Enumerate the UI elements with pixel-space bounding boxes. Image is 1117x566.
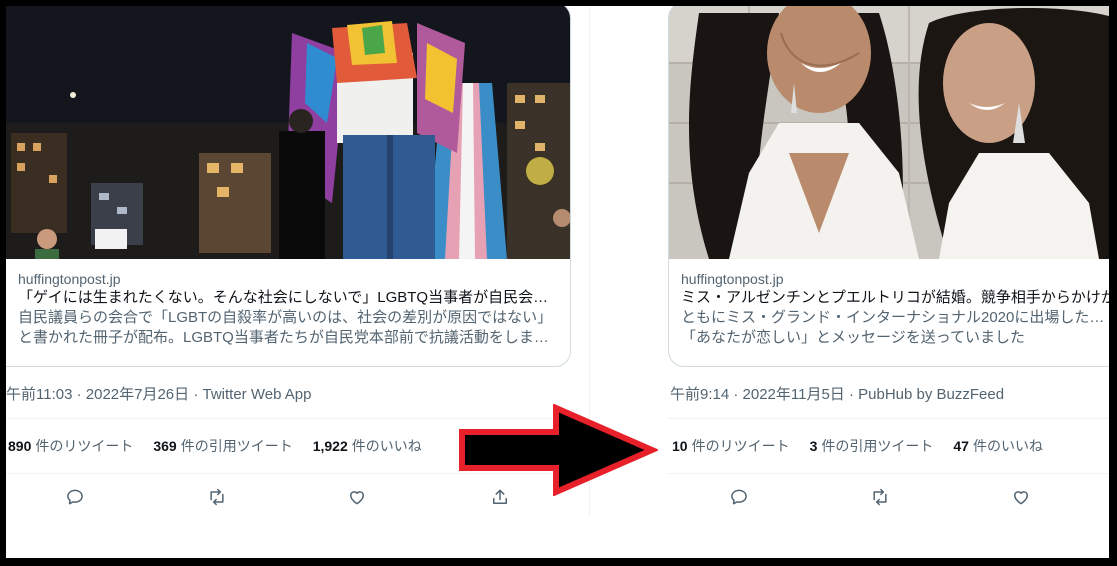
card-description-line: 「あなたが恋しい」とメッセージを送っていました xyxy=(681,329,1025,346)
like-count: 47 xyxy=(953,438,969,454)
tweet-right: huffingtonpost.jp ミス・アルゼンチンとプエルトリコが結婚。競争… xyxy=(668,6,1109,558)
tweet-actions xyxy=(668,482,1109,512)
card-description-line: と書かれた冊子が配布。LGBTQ当事者たちが自民党本部前で抗議活動をしまし... xyxy=(18,329,558,346)
meta-separator: · xyxy=(848,386,859,403)
card-description: ともにミス・グランド・インターナショナル2020に出場したふた 「あなたが恋しい… xyxy=(681,308,1109,348)
like-count-link[interactable]: 1,922 件のいいね xyxy=(313,436,422,456)
like-count: 1,922 xyxy=(312,438,348,454)
card-description-line: ともにミス・グランド・インターナショナル2020に出場したふた xyxy=(681,309,1109,326)
like-button[interactable] xyxy=(1006,482,1036,512)
like-label: 件のいいね xyxy=(972,438,1043,454)
reply-icon xyxy=(67,489,83,505)
card-image-couple xyxy=(669,6,1109,259)
retweet-button[interactable] xyxy=(202,482,232,512)
card-title: 「ゲイには生まれたくない。そんな社会にしないで」LGBTQ当事者が自民会合... xyxy=(18,289,558,306)
retweet-count: 890 xyxy=(8,438,32,454)
card-description: 自民議員らの会合で「LGBTの自殺率が高いのは、社会の差別が原因ではない」 と書… xyxy=(18,308,558,348)
retweet-count: 10 xyxy=(672,438,688,454)
like-count-link[interactable]: 47 件のいいね xyxy=(953,436,1043,456)
tweet-timestamp[interactable]: 午前9:14 · 2022年11月5日 xyxy=(670,386,845,403)
retweet-count-link[interactable]: 890 件のリツイート xyxy=(8,436,133,456)
quote-count-link[interactable]: 369 件の引用ツイート xyxy=(153,436,292,456)
tweet-source[interactable]: PubHub by BuzzFeed xyxy=(858,386,1004,403)
card-domain: huffingtonpost.jp xyxy=(681,271,784,287)
screenshot-canvas: huffingtonpost.jp 「ゲイには生まれたくない。そんな社会にしない… xyxy=(6,6,1109,558)
tweet-meta: 午前9:14 · 2022年11月5日 · PubHub by BuzzFeed xyxy=(670,383,1004,404)
like-icon xyxy=(350,491,364,505)
retweet-button[interactable] xyxy=(865,482,895,512)
tweet-timestamp[interactable]: 午前11:03 · 2022年7月26日 xyxy=(6,386,189,403)
tweet-stats: 10 件のリツイート 3 件の引用ツイート 47 件のいいね xyxy=(668,418,1109,474)
link-card[interactable]: huffingtonpost.jp 「ゲイには生まれたくない。そんな社会にしない… xyxy=(6,6,571,367)
annotation-arrow xyxy=(459,404,658,496)
quote-count: 369 xyxy=(153,438,177,454)
retweet-icon xyxy=(210,488,224,506)
reply-icon xyxy=(731,489,747,505)
quote-count: 3 xyxy=(809,438,818,454)
like-label: 件のいいね xyxy=(351,438,422,454)
like-button[interactable] xyxy=(342,482,372,512)
protest-photo xyxy=(6,6,570,259)
tweet-source[interactable]: Twitter Web App xyxy=(203,386,312,403)
card-text: huffingtonpost.jp 「ゲイには生まれたくない。そんな社会にしない… xyxy=(6,259,570,366)
card-domain: huffingtonpost.jp xyxy=(18,271,121,287)
couple-photo xyxy=(669,6,1109,259)
retweet-label: 件のリツイート xyxy=(691,438,790,454)
card-image-protest xyxy=(6,6,570,259)
retweet-label: 件のリツイート xyxy=(35,438,134,454)
reply-button[interactable] xyxy=(60,482,90,512)
link-card[interactable]: huffingtonpost.jp ミス・アルゼンチンとプエルトリコが結婚。競争… xyxy=(668,6,1109,367)
card-description-line: 自民議員らの会合で「LGBTの自殺率が高いのは、社会の差別が原因ではない」 xyxy=(18,309,553,326)
tweet-meta: 午前11:03 · 2022年7月26日 · Twitter Web App xyxy=(6,383,311,404)
reply-button[interactable] xyxy=(724,482,754,512)
quote-count-link[interactable]: 3 件の引用ツイート xyxy=(810,436,934,456)
retweet-count-link[interactable]: 10 件のリツイート xyxy=(672,436,790,456)
quote-label: 件の引用ツイート xyxy=(180,438,293,454)
meta-separator: · xyxy=(193,386,203,403)
card-text: huffingtonpost.jp ミス・アルゼンチンとプエルトリコが結婚。競争… xyxy=(669,259,1109,366)
quote-label: 件の引用ツイート xyxy=(821,438,934,454)
like-icon xyxy=(1014,491,1028,505)
card-title: ミス・アルゼンチンとプエルトリコが結婚。競争相手からかけが xyxy=(681,289,1109,306)
retweet-icon xyxy=(873,488,887,506)
